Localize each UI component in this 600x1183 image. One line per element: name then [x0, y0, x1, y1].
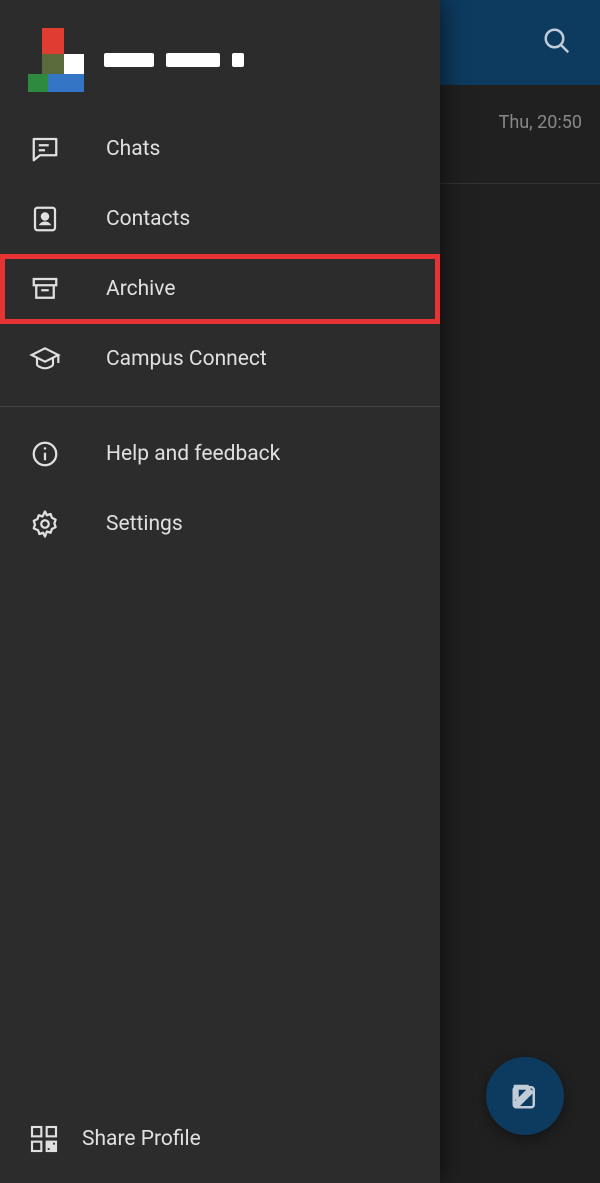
menu-label: Settings: [106, 512, 183, 536]
graduation-cap-icon: [28, 342, 62, 376]
main-divider: [440, 183, 600, 184]
menu-label: Chats: [106, 137, 160, 161]
chat-icon: [28, 132, 62, 166]
menu-label: Archive: [106, 277, 175, 301]
main-background: [440, 0, 600, 1183]
archive-icon: [28, 272, 62, 306]
share-label: Share Profile: [82, 1127, 201, 1151]
menu-item-contacts[interactable]: Contacts: [0, 184, 440, 254]
search-icon[interactable]: [542, 26, 572, 56]
menu-divider: [0, 406, 440, 407]
menu-item-help[interactable]: Help and feedback: [0, 419, 440, 489]
info-icon: [28, 437, 62, 471]
contacts-icon: [28, 202, 62, 236]
profile-name: [104, 53, 244, 67]
menu-label: Contacts: [106, 207, 190, 231]
menu-item-archive[interactable]: Archive: [0, 254, 440, 324]
qr-code-icon: [28, 1123, 60, 1155]
menu-item-campus-connect[interactable]: Campus Connect: [0, 324, 440, 394]
menu-item-settings[interactable]: Settings: [0, 489, 440, 559]
menu-item-chats[interactable]: Chats: [0, 114, 440, 184]
message-timestamp: Thu, 20:50: [499, 112, 582, 133]
menu-section-primary: Chats Contacts Archive: [0, 114, 440, 394]
gear-icon: [28, 507, 62, 541]
menu-label: Campus Connect: [106, 347, 267, 371]
app-logo: [28, 28, 84, 92]
compose-icon: [510, 1081, 540, 1111]
compose-fab[interactable]: [486, 1057, 564, 1135]
share-profile-button[interactable]: Share Profile: [0, 1095, 440, 1183]
top-bar: [440, 0, 600, 85]
menu-label: Help and feedback: [106, 442, 280, 466]
navigation-drawer: Chats Contacts Archive: [0, 0, 440, 1183]
profile-section[interactable]: [0, 0, 440, 114]
menu-section-secondary: Help and feedback Settings: [0, 419, 440, 559]
